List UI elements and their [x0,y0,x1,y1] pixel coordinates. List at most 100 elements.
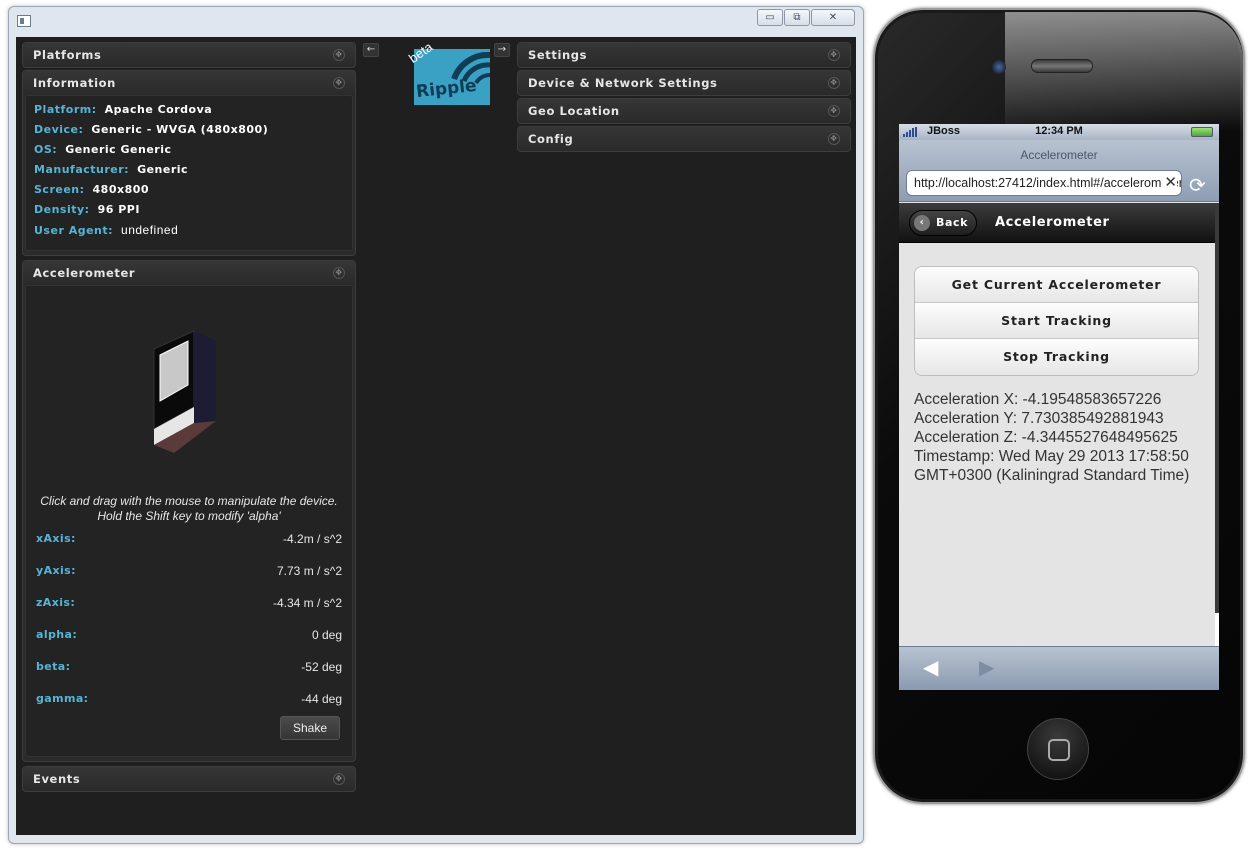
scrollbar[interactable] [1215,203,1219,613]
move-icon[interactable]: ✥ [333,77,345,89]
geo-location-panel-header[interactable]: Geo Location ✥ [518,99,850,123]
back-label: Back [936,216,969,229]
accel-label: alpha: [36,628,78,641]
battery-icon [1191,127,1213,137]
back-button[interactable]: ‹ Back [909,210,977,236]
accelerometer-results: Acceleration X: -4.19548583657226 Accele… [914,390,1214,485]
move-icon[interactable]: ✥ [828,133,840,145]
camera-icon [992,60,1006,74]
accelerometer-body: Click and drag with the mouse to manipul… [25,285,353,757]
shake-button[interactable]: Shake [280,716,340,740]
ripple-window: ▭ ⧉ ✕ Platforms ✥ Information ✥ Platform… [8,6,864,844]
info-row-screen: Screen: 480x800 [26,180,352,200]
info-label: Density: [34,203,90,216]
information-title: Information [33,76,116,90]
events-panel: Events ✥ [22,766,356,792]
accel-label: beta: [36,660,71,673]
move-icon[interactable]: ✥ [333,267,345,279]
events-title: Events [33,772,81,786]
result-line-timezone: GMT+0300 (Kaliningrad Standard Time) [914,467,1190,484]
info-value: Apache Cordova [104,103,213,116]
browser-bottom-bar: ◀ ▶ [899,646,1219,690]
device-3d-model[interactable] [126,321,246,461]
browser-toolbar: Accelerometer http://localhost:27412/ind… [899,140,1219,202]
start-tracking-button[interactable]: Start Tracking [915,303,1198,339]
accel-value: -44 deg [301,692,342,706]
app-icon [17,15,31,27]
device-network-panel-header[interactable]: Device & Network Settings ✥ [518,71,850,95]
url-input[interactable]: http://localhost:27412/index.html#/accel… [906,170,1182,196]
info-value: 96 PPI [97,203,140,216]
accelerometer-button-group: Get Current Accelerometer Start Tracking… [914,266,1199,376]
info-label: Manufacturer: [34,163,130,176]
device-network-title: Device & Network Settings [528,76,718,90]
info-row-os: OS: Generic Generic [26,140,352,160]
settings-title: Settings [528,48,588,62]
collapse-right-button[interactable]: → [494,43,510,57]
result-line-timestamp: Timestamp: Wed May 29 2013 17:58:50 [914,448,1189,465]
url-text: http://localhost:27412/index.html#/accel… [914,176,1182,190]
browser-page-title: Accelerometer [1020,148,1098,162]
hint-line-2: Hold the Shift key to modify 'alpha' [97,509,281,523]
config-panel-header[interactable]: Config ✥ [518,127,850,151]
settings-panel-header[interactable]: Settings ✥ [518,43,850,67]
result-line-z: Acceleration Z: -4.3445527648495625 [914,429,1178,446]
platforms-panel-header[interactable]: Platforms ✥ [23,43,355,67]
accel-row-xaxis: xAxis: -4.2m / s^2 [36,532,342,548]
nav-forward-icon[interactable]: ▶ [979,655,994,679]
accel-row-yaxis: yAxis: 7.73 m / s^2 [36,564,342,580]
information-body: Platform: Apache Cordova Device: Generic -… [25,95,353,251]
info-label: OS: [34,143,58,156]
ripple-app: Platforms ✥ Information ✥ Platform: Apach… [16,37,856,835]
info-label: Platform: [34,103,97,116]
geo-location-panel: Geo Location ✥ [517,98,851,124]
accel-label: gamma: [36,692,89,705]
clear-icon[interactable]: ✕ [1162,171,1177,195]
info-value: undefined [121,223,179,237]
info-value: Generic [137,163,189,176]
page-header-title: Accelerometer [995,215,1110,230]
result-line-y: Acceleration Y: 7.730385492881943 [914,410,1164,427]
config-panel: Config ✥ [517,126,851,152]
info-row-density: Density: 96 PPI [26,200,352,220]
platforms-title: Platforms [33,48,102,62]
info-value: 480x800 [92,183,150,196]
move-icon[interactable]: ✥ [828,105,840,117]
accel-label: zAxis: [36,596,76,609]
move-icon[interactable]: ✥ [333,773,345,785]
info-row-user-agent: User Agent: undefined [26,220,352,240]
home-button[interactable] [1027,718,1089,780]
accelerometer-panel-header[interactable]: Accelerometer ✥ [23,261,355,285]
stop-tracking-button[interactable]: Stop Tracking [915,339,1198,375]
events-panel-header[interactable]: Events ✥ [23,767,355,791]
info-value: Generic Generic [65,143,172,156]
accel-label: yAxis: [36,564,76,577]
scrollbar-track [1215,613,1219,646]
home-square-icon [1048,739,1070,761]
collapse-left-button[interactable]: ← [363,43,379,57]
information-panel-header[interactable]: Information ✥ [23,71,355,95]
move-icon[interactable]: ✥ [333,49,345,61]
status-time: 12:34 PM [1035,125,1083,137]
info-label: Device: [34,123,84,136]
accelerometer-panel: Accelerometer ✥ Click and drag with the … [22,260,356,762]
info-row-platform: Platform: Apache Cordova [26,100,352,120]
accel-value: -4.34 m / s^2 [273,596,342,610]
accel-row-zaxis: zAxis: -4.34 m / s^2 [36,596,342,612]
speaker-grille [1031,59,1093,73]
move-icon[interactable]: ✥ [828,49,840,61]
nav-back-icon[interactable]: ◀ [923,655,938,679]
get-current-accelerometer-button[interactable]: Get Current Accelerometer [915,267,1198,303]
accelerometer-hint: Click and drag with the mouse to manipul… [26,494,352,524]
accel-value: -4.2m / s^2 [283,532,342,546]
minimize-button[interactable]: ▭ [757,9,783,26]
result-line-x: Acceleration X: -4.19548583657226 [914,391,1162,408]
status-bar: JBoss 12:34 PM [899,124,1219,140]
close-button[interactable]: ✕ [811,9,855,26]
move-icon[interactable]: ✥ [828,77,840,89]
info-label: Screen: [34,183,85,196]
window-titlebar[interactable]: ▭ ⧉ ✕ [9,7,863,37]
maximize-button[interactable]: ⧉ [784,9,810,26]
accel-label: xAxis: [36,532,76,545]
reload-icon[interactable]: ⟳ [1189,173,1206,197]
